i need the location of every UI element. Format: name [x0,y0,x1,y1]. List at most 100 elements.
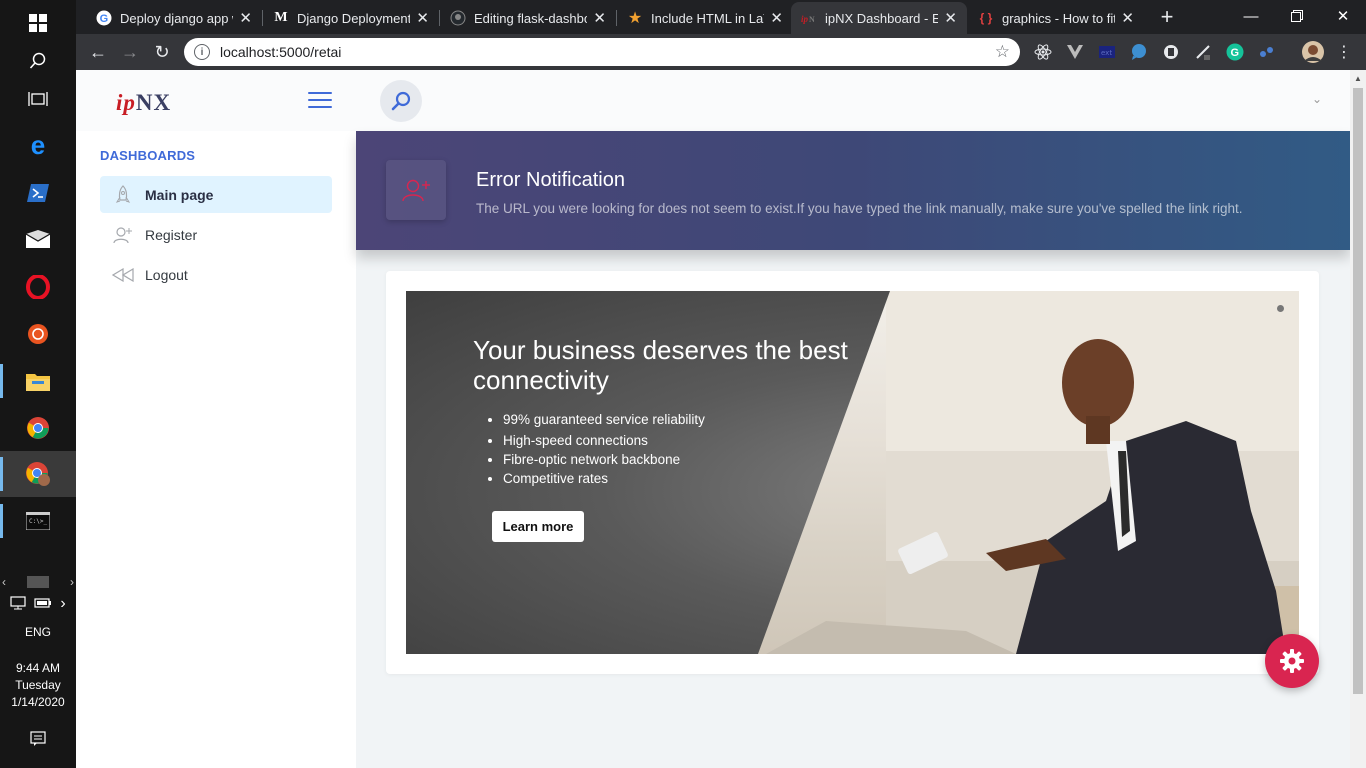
reload-button[interactable]: ↻ [148,38,176,66]
pen-extension-icon[interactable] [1193,42,1213,62]
close-window-button[interactable]: ✕ [1320,0,1366,32]
scroll-right-icon[interactable]: › [70,575,74,589]
rocket-icon [112,184,134,206]
gear-icon [1280,649,1304,673]
network-icon[interactable] [10,595,26,613]
svg-text:ip: ip [801,14,809,24]
medium-icon: M [274,10,288,25]
hamburger-menu-icon[interactable] [308,92,332,108]
chevron-down-icon[interactable]: ⌄ [1312,92,1322,106]
close-tab-icon[interactable]: ✕ [416,9,429,27]
taskbar-scroller[interactable]: ‹ › [2,574,74,590]
search-icon [391,91,411,111]
terminal-icon[interactable]: C:\>_ [0,498,76,544]
svg-text:G: G [100,13,109,25]
star-icon: ★ [627,10,643,27]
back-button[interactable]: ← [84,38,112,66]
scroll-up-icon[interactable]: ▲ [1354,74,1362,83]
sidebar-item-register[interactable]: Register [100,216,332,253]
edge-icon[interactable]: e [0,122,76,168]
language-indicator[interactable]: ENG [0,624,76,640]
app-header: ipNX ⌄ [76,70,1350,131]
ipnx-icon: ip N [801,10,817,26]
scrollbar-thumb[interactable] [1353,88,1363,694]
site-info-icon[interactable]: i [194,44,210,60]
chrome-icon[interactable] [0,405,76,451]
hero-bullet: 99% guaranteed service reliability [503,410,705,429]
tab-title: Editing flask-dashbo [474,10,588,26]
add-user-icon [112,224,134,246]
grammarly-icon[interactable]: G [1225,42,1245,62]
react-devtools-icon[interactable] [1033,42,1053,62]
sidebar-item-label: Register [145,226,198,243]
browser-tab-strip: G Deploy django app w ✕ M Django Deploym… [76,0,1366,34]
learn-more-button[interactable]: Learn more [492,511,584,542]
chat-extension-icon[interactable] [1129,42,1149,62]
browser-tab[interactable]: M Django Deployment ( ✕ [263,2,439,34]
close-tab-icon[interactable]: ✕ [1121,9,1134,27]
svg-text:ext: ext [1101,49,1112,57]
browser-tab[interactable]: Editing flask-dashbo ✕ [440,2,616,34]
file-explorer-icon[interactable] [0,358,76,404]
search-button[interactable] [380,80,422,122]
error-notification-banner: Error Notification The URL you were look… [356,131,1350,250]
tab-title: Include HTML in LaTe [651,10,765,26]
close-tab-icon[interactable]: ✕ [239,9,252,27]
restore-button[interactable] [1274,0,1320,32]
browser-tab[interactable]: G Deploy django app w ✕ [86,2,262,34]
new-tab-button[interactable]: + [1154,4,1180,30]
hero-bullet: High-speed connections [503,431,705,450]
tab-title: Deploy django app w [120,10,234,26]
battery-icon[interactable] [34,597,52,612]
address-bar[interactable]: i localhost:5000/retai ☆ [184,38,1020,66]
logo-ip: ip [116,90,136,115]
sidebar-item-main-page[interactable]: Main page [100,176,332,213]
clock-time: 9:44 AM [15,661,61,675]
notification-center-icon[interactable] [0,729,76,749]
hero-bullet-list: 99% guaranteed service reliability High-… [503,410,705,488]
chevron-right-icon[interactable]: › [60,595,65,613]
close-tab-icon[interactable]: ✕ [770,9,783,27]
hero-card: Your business deserves the best connecti… [386,271,1319,674]
google-icon: G [96,10,112,26]
browser-toolbar: ← → ↻ i localhost:5000/retai ☆ ext G ⋮ [76,34,1366,70]
task-view-icon[interactable] [0,76,76,122]
forward-button[interactable]: → [116,38,144,66]
extension-icon[interactable]: ext [1097,42,1117,62]
chrome-menu-icon[interactable]: ⋮ [1334,42,1354,62]
taskbar-clock[interactable]: 9:44 AM Tuesday 1/14/2020 [0,660,76,711]
scroll-left-icon[interactable]: ‹ [2,575,6,589]
mail-icon[interactable] [0,216,76,262]
chrome-profile-icon[interactable] [0,451,76,497]
minimize-button[interactable]: — [1228,0,1274,32]
hero-bullet: Fibre-optic network backbone [503,450,705,469]
bookmark-star-icon[interactable]: ☆ [995,42,1010,62]
dark-reader-icon[interactable] [1161,42,1181,62]
tab-title: Django Deployment ( [297,10,411,26]
taskbar-scroll-thumb[interactable] [27,576,49,588]
vue-devtools-icon[interactable] [1065,42,1085,62]
opera-icon[interactable] [0,264,76,310]
browser-tab[interactable]: { } graphics - How to fit ✕ [968,2,1144,34]
sidebar-item-label: Main page [145,186,214,203]
close-tab-icon[interactable]: ✕ [593,9,606,27]
close-tab-icon[interactable]: ✕ [944,9,957,27]
carousel-indicator[interactable] [1277,305,1284,312]
svg-text:C:\>_: C:\>_ [29,518,47,525]
ipnx-logo[interactable]: ipNX [116,90,171,116]
page-scrollbar[interactable]: ▲ [1350,70,1366,768]
profile-avatar[interactable] [1302,41,1324,63]
rewind-icon [112,264,134,286]
ubuntu-icon[interactable] [0,311,76,357]
github-icon [450,10,466,26]
sidebar-item-logout[interactable]: Logout [100,256,332,293]
powershell-icon[interactable] [0,170,76,216]
browser-tab[interactable]: ★ Include HTML in LaTe ✕ [617,2,793,34]
clock-day: Tuesday [15,678,61,692]
sidebar-item-label: Logout [145,266,188,283]
link-extension-icon[interactable] [1257,42,1277,62]
sidebar: DASHBOARDS Main page Register Logout [76,131,356,768]
browser-tab-active[interactable]: ip N ipNX Dashboard - Err ✕ [791,2,967,34]
add-user-icon [386,160,446,220]
settings-button[interactable] [1265,634,1319,688]
